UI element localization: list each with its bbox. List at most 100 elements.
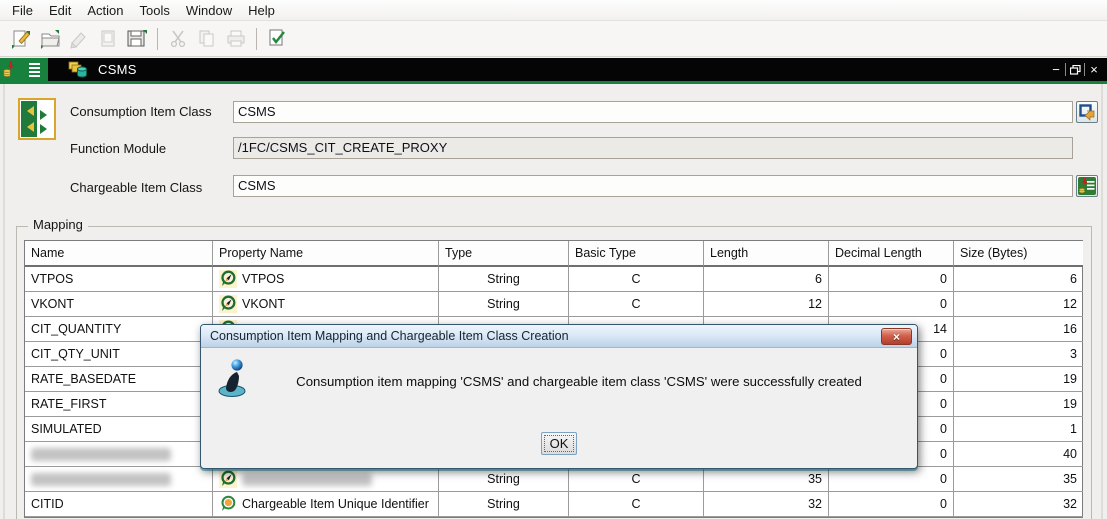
table-row: VKONT VKONT String C 12 0 12 <box>25 292 1083 317</box>
property-compass-icon <box>219 470 237 488</box>
cell-decimal-length[interactable]: 0 <box>829 492 954 517</box>
restore-icon[interactable] <box>1066 61 1084 78</box>
cell-length[interactable]: 32 <box>704 492 829 517</box>
cell-size[interactable]: 3 <box>954 342 1083 367</box>
cell-name[interactable]: CIT_QUANTITY <box>25 317 213 342</box>
cell-name[interactable]: RATE_FIRST <box>25 392 213 417</box>
redacted-text <box>31 447 171 461</box>
focus-ring <box>544 435 574 452</box>
column-header-basic-type[interactable]: Basic Type <box>569 241 704 267</box>
window-controls: − × <box>1047 58 1103 81</box>
menu-item-file[interactable]: File <box>4 1 41 20</box>
cell-decimal-length[interactable]: 0 <box>829 467 954 492</box>
cell-length[interactable]: 35 <box>704 467 829 492</box>
cell-basic-type[interactable]: C <box>569 467 704 492</box>
toolbar <box>0 21 1107 57</box>
cell-name[interactable]: SIMULATED <box>25 417 213 442</box>
property-compass-icon <box>219 270 237 288</box>
cell-type[interactable]: String <box>439 492 569 517</box>
cut-icon[interactable] <box>165 26 191 52</box>
cell-size[interactable]: 6 <box>954 267 1083 292</box>
cell-name[interactable]: VKONT <box>25 292 213 317</box>
column-header-property-name[interactable]: Property Name <box>213 241 439 267</box>
window-frame-right <box>1101 84 1103 519</box>
cell-size[interactable]: 16 <box>954 317 1083 342</box>
cell-name[interactable]: VTPOS <box>25 267 213 292</box>
transfer-button[interactable] <box>1076 101 1098 123</box>
cell-name[interactable]: RATE_BASEDATE <box>25 367 213 392</box>
cell-size[interactable]: 40 <box>954 442 1083 467</box>
column-header-length[interactable]: Length <box>704 241 829 267</box>
property-name-text: VKONT <box>242 297 286 311</box>
menu-item-window[interactable]: Window <box>178 1 240 20</box>
creation-result-dialog: Consumption Item Mapping and Chargeable … <box>200 324 918 469</box>
cell-type[interactable]: String <box>439 292 569 317</box>
cell-decimal-length[interactable]: 0 <box>829 267 954 292</box>
cell-property[interactable]: Chargeable Item Unique Identifier <box>213 492 439 517</box>
table-row: CITID Chargeable Item Unique Identifier St… <box>25 492 1083 517</box>
chargeable-item-class-label: Chargeable Item Class <box>70 180 203 195</box>
table-row: String C 35 0 35 <box>25 467 1083 492</box>
cell-basic-type[interactable]: C <box>569 292 704 317</box>
cell-name[interactable] <box>25 467 213 492</box>
menu-item-help[interactable]: Help <box>240 1 283 20</box>
chargeable-item-class-field[interactable]: CSMS <box>233 175 1073 197</box>
dialog-close-icon[interactable]: × <box>881 328 912 345</box>
cell-name[interactable]: CIT_QTY_UNIT <box>25 342 213 367</box>
copy-icon[interactable] <box>194 26 220 52</box>
mapping-transfer-icon <box>18 98 56 145</box>
cell-size[interactable]: 1 <box>954 417 1083 442</box>
close-icon[interactable]: × <box>1085 61 1103 78</box>
cell-length[interactable]: 12 <box>704 292 829 317</box>
save-icon[interactable] <box>124 26 150 52</box>
dialog-titlebar[interactable]: Consumption Item Mapping and Chargeable … <box>201 325 917 348</box>
cell-name[interactable] <box>25 442 213 467</box>
coins-list-icon <box>2 59 26 80</box>
minimize-icon[interactable]: − <box>1047 61 1065 78</box>
dialog-title: Consumption Item Mapping and Chargeable … <box>210 329 569 343</box>
redacted-text <box>242 472 372 486</box>
dialog-message: Consumption item mapping 'CSMS' and char… <box>296 374 862 389</box>
column-header-decimal-length[interactable]: Decimal Length <box>829 241 954 267</box>
menu-item-action[interactable]: Action <box>79 1 131 20</box>
dialog-body: Consumption item mapping 'CSMS' and char… <box>201 348 917 469</box>
cell-property[interactable] <box>213 467 439 492</box>
column-header-type[interactable]: Type <box>439 241 569 267</box>
menu-item-edit[interactable]: Edit <box>41 1 79 20</box>
open-icon[interactable] <box>37 26 63 52</box>
edit-icon[interactable] <box>66 26 92 52</box>
cell-basic-type[interactable]: C <box>569 267 704 292</box>
column-header-name[interactable]: Name <box>25 241 213 267</box>
mapping-group-label: Mapping <box>28 217 88 232</box>
cell-basic-type[interactable]: C <box>569 492 704 517</box>
column-header-size-bytes-[interactable]: Size (Bytes) <box>954 241 1083 267</box>
consumption-item-class-field[interactable]: CSMS <box>233 101 1073 123</box>
cell-name[interactable]: CITID <box>25 492 213 517</box>
menu-bar: File Edit Action Tools Window Help <box>0 0 1107 21</box>
print-icon[interactable] <box>223 26 249 52</box>
cell-size[interactable]: 35 <box>954 467 1083 492</box>
cell-size[interactable]: 12 <box>954 292 1083 317</box>
create-icon[interactable] <box>8 26 34 52</box>
list-icon <box>27 59 43 80</box>
function-module-field: /1FC/CSMS_CIT_CREATE_PROXY <box>233 137 1073 159</box>
cell-type[interactable]: String <box>439 467 569 492</box>
menu-item-tools[interactable]: Tools <box>132 1 178 20</box>
window-titlebar[interactable]: CSMS − × <box>0 58 1107 81</box>
cell-type[interactable]: String <box>439 267 569 292</box>
cell-size[interactable]: 19 <box>954 367 1083 392</box>
cell-size[interactable]: 19 <box>954 392 1083 417</box>
cell-property[interactable]: VKONT <box>213 292 439 317</box>
display-icon[interactable] <box>95 26 121 52</box>
cell-decimal-length[interactable]: 0 <box>829 292 954 317</box>
table-row: VTPOS VTPOS String C 6 0 6 <box>25 267 1083 292</box>
cell-size[interactable]: 32 <box>954 492 1083 517</box>
ok-button[interactable]: OK <box>541 432 577 455</box>
coins-list-icon <box>1078 177 1096 195</box>
cell-length[interactable]: 6 <box>704 267 829 292</box>
cell-property[interactable]: VTPOS <box>213 267 439 292</box>
check-icon[interactable] <box>264 26 290 52</box>
window-frame-left <box>3 84 5 519</box>
chargeable-item-class-button[interactable] <box>1076 175 1098 197</box>
consumption-item-class-label: Consumption Item Class <box>70 104 212 119</box>
